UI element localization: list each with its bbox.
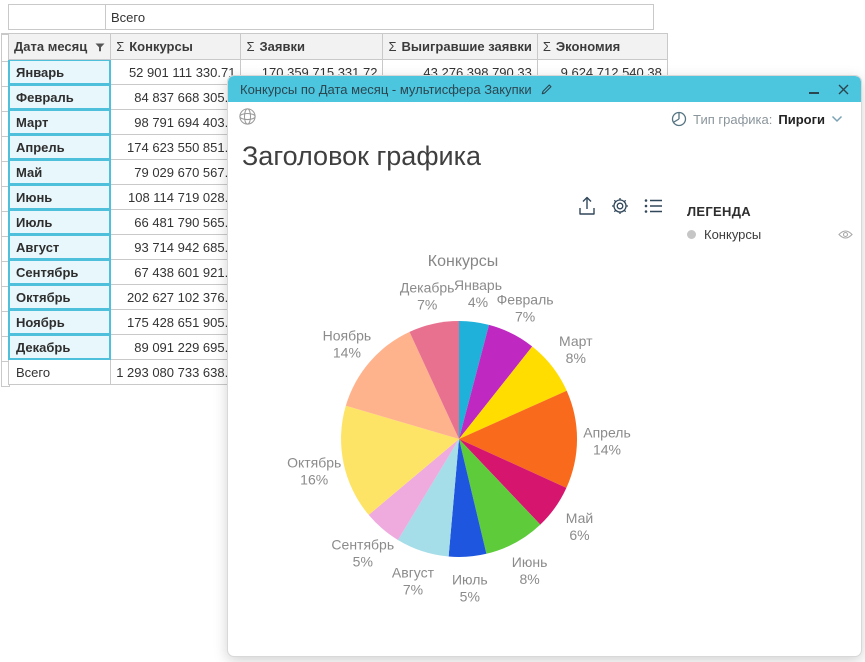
value-cell[interactable]: 52 901 111 330.71	[111, 60, 241, 85]
pie-label-month: Октябрь	[287, 454, 341, 470]
upload-icon	[577, 195, 597, 217]
value-cell[interactable]: 108 114 719 028.9	[111, 185, 241, 210]
pie-label-month: Март	[559, 333, 593, 349]
value-cell[interactable]: 84 837 668 305.5	[111, 85, 241, 110]
dialog-title: Конкурсы по Дата месяц - мультисфера Зак…	[240, 82, 532, 97]
chart-type-value: Пироги	[778, 112, 825, 127]
value-cell[interactable]: 67 438 601 921.1	[111, 260, 241, 285]
column-header-3[interactable]: ΣВыигравшие заявки	[383, 34, 537, 60]
value-cell[interactable]: 66 481 790 565.4	[111, 210, 241, 235]
row-header[interactable]: Май	[9, 160, 111, 185]
pie-label-percent: 7%	[417, 297, 437, 313]
column-header-row: Дата месяцΣКонкурсыΣЗаявкиΣВыигравшие за…	[9, 34, 668, 60]
row-header[interactable]: Июль	[9, 210, 111, 235]
column-header-1[interactable]: ΣКонкурсы	[111, 34, 241, 60]
column-header-0[interactable]: Дата месяц	[9, 34, 111, 60]
close-icon	[838, 84, 849, 95]
settings-button[interactable]	[610, 196, 630, 216]
pie-label-percent: 16%	[300, 471, 328, 487]
pie-type-icon	[671, 111, 687, 127]
filter-icon[interactable]	[95, 43, 105, 52]
minimize-button[interactable]	[809, 82, 821, 96]
pie-label-month: Сентябрь	[331, 536, 394, 552]
pie-label-month: Ноябрь	[323, 327, 372, 343]
sigma-icon: Σ	[116, 39, 124, 54]
row-header[interactable]: Март	[9, 110, 111, 135]
pie-label-month: Август	[392, 565, 435, 581]
list-button[interactable]	[643, 197, 663, 215]
pie-chart: Январь4%Февраль7%Март8%Апрель14%Май6%Июн…	[228, 236, 788, 654]
pie-label-month: Февраль	[497, 292, 554, 308]
sigma-icon: Σ	[543, 39, 551, 54]
pie-label-month: Май	[566, 510, 593, 526]
pie-label-percent: 5%	[353, 553, 373, 569]
value-cell[interactable]: 202 627 102 376.3	[111, 285, 241, 310]
pie-label-percent: 4%	[468, 294, 488, 310]
row-header[interactable]: Июнь	[9, 185, 111, 210]
row-header[interactable]: Декабрь	[9, 335, 111, 360]
row-header[interactable]: Ноябрь	[9, 310, 111, 335]
value-cell[interactable]: 89 091 229 695.9	[111, 335, 241, 360]
pie-label-month: Июль	[452, 572, 488, 588]
pie-label-percent: 8%	[519, 571, 539, 587]
row-header[interactable]: Сентябрь	[9, 260, 111, 285]
pie-label-percent: 7%	[515, 309, 535, 325]
top-header-cell: Всего	[106, 5, 654, 30]
pie-label-month: Июнь	[512, 554, 548, 570]
value-cell[interactable]: 98 791 694 403.8	[111, 110, 241, 135]
visibility-eye-icon[interactable]	[838, 229, 853, 240]
chart-type-label: Тип графика:	[693, 112, 772, 127]
row-header[interactable]: Апрель	[9, 135, 111, 160]
export-button[interactable]	[577, 195, 597, 217]
chart-title: Заголовок графика	[242, 141, 481, 172]
multisphere-icon[interactable]	[238, 107, 257, 131]
totals-header-table: Всего	[8, 4, 654, 30]
pie-label-percent: 5%	[460, 589, 480, 605]
pie-label-month: Апрель	[583, 424, 631, 440]
pie-label-percent: 8%	[566, 350, 586, 366]
column-header-4[interactable]: ΣЭкономия	[537, 34, 667, 60]
pie-label-month: Декабрь	[400, 280, 455, 296]
row-header[interactable]: Всего	[9, 360, 111, 385]
chart-toolbar	[577, 195, 663, 217]
edit-title-icon[interactable]	[540, 83, 553, 96]
sigma-icon: Σ	[246, 39, 254, 54]
row-header[interactable]: Август	[9, 235, 111, 260]
value-cell[interactable]: 174 623 550 851.7	[111, 135, 241, 160]
value-cell[interactable]: 79 029 670 567.2	[111, 160, 241, 185]
pie-label-percent: 7%	[403, 582, 423, 598]
chart-dialog: Конкурсы по Дата месяц - мультисфера Зак…	[227, 75, 862, 657]
gear-icon	[610, 196, 630, 216]
minimize-icon	[809, 92, 819, 94]
sigma-icon: Σ	[388, 39, 396, 54]
column-header-2[interactable]: ΣЗаявки	[241, 34, 383, 60]
row-header[interactable]: Февраль	[9, 85, 111, 110]
row-header[interactable]: Январь	[9, 60, 111, 85]
chevron-down-icon	[831, 115, 843, 123]
list-icon	[643, 197, 663, 215]
pie-label-percent: 6%	[569, 527, 589, 543]
row-header[interactable]: Октябрь	[9, 285, 111, 310]
value-cell[interactable]: 175 428 651 905.3	[111, 310, 241, 335]
pie-label-month: Январь	[454, 277, 502, 293]
pie-label-percent: 14%	[333, 344, 361, 360]
corner-cell	[9, 5, 106, 30]
pie-label-percent: 14%	[593, 441, 621, 457]
value-cell[interactable]: 93 714 942 685.7	[111, 235, 241, 260]
close-button[interactable]	[838, 84, 849, 95]
value-cell[interactable]: 1 293 080 733 638.0	[111, 360, 241, 385]
legend-title: ЛЕГЕНДА	[687, 204, 751, 219]
chart-type-selector[interactable]: Тип графика: Пироги	[671, 111, 843, 127]
dialog-titlebar[interactable]: Конкурсы по Дата месяц - мультисфера Зак…	[228, 76, 861, 102]
